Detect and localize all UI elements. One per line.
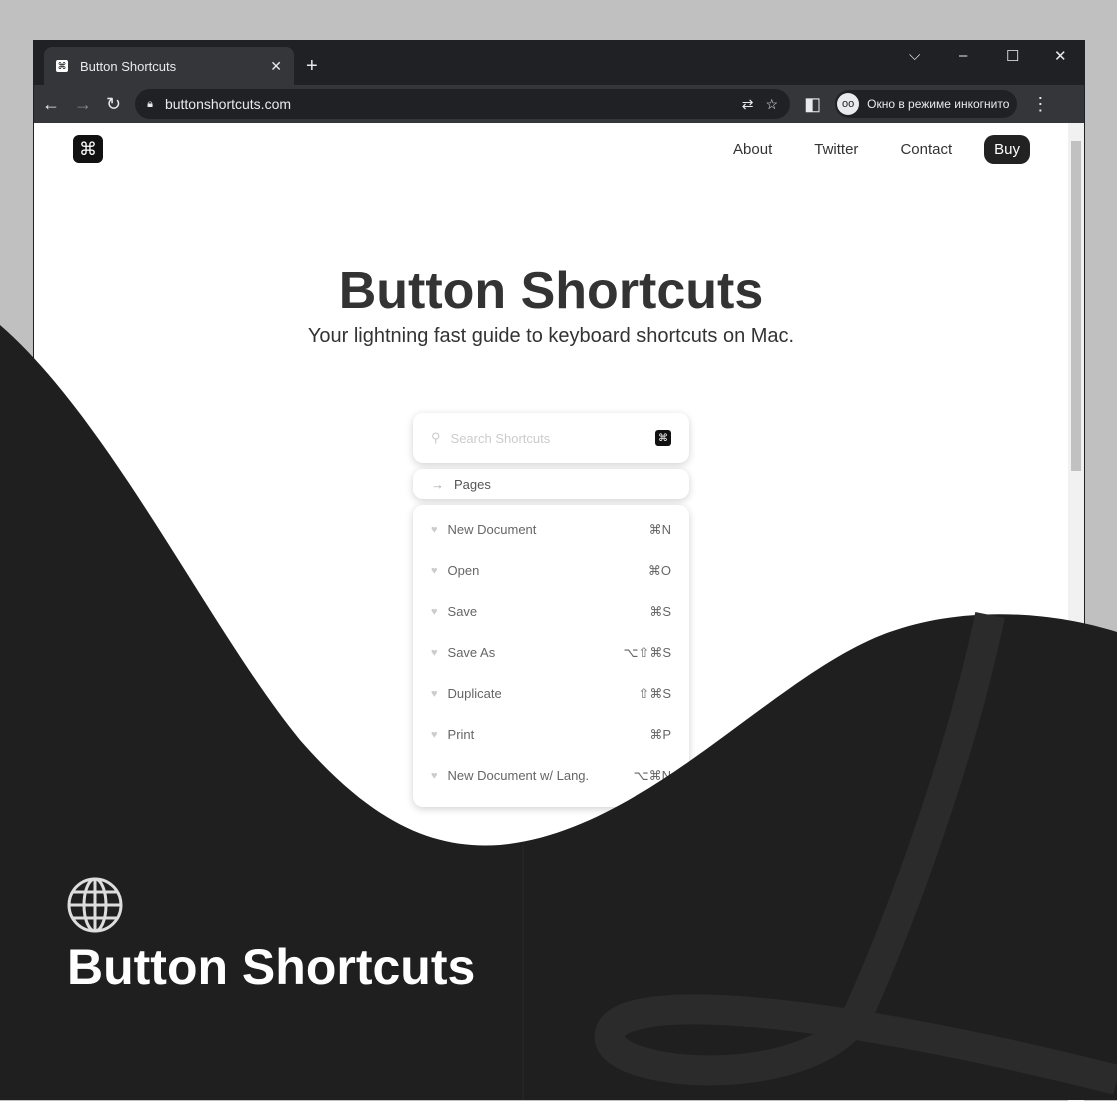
decorative-wave — [0, 325, 1117, 1100]
globe-icon — [67, 877, 123, 933]
overlay-title: Button Shortcuts — [67, 939, 476, 995]
